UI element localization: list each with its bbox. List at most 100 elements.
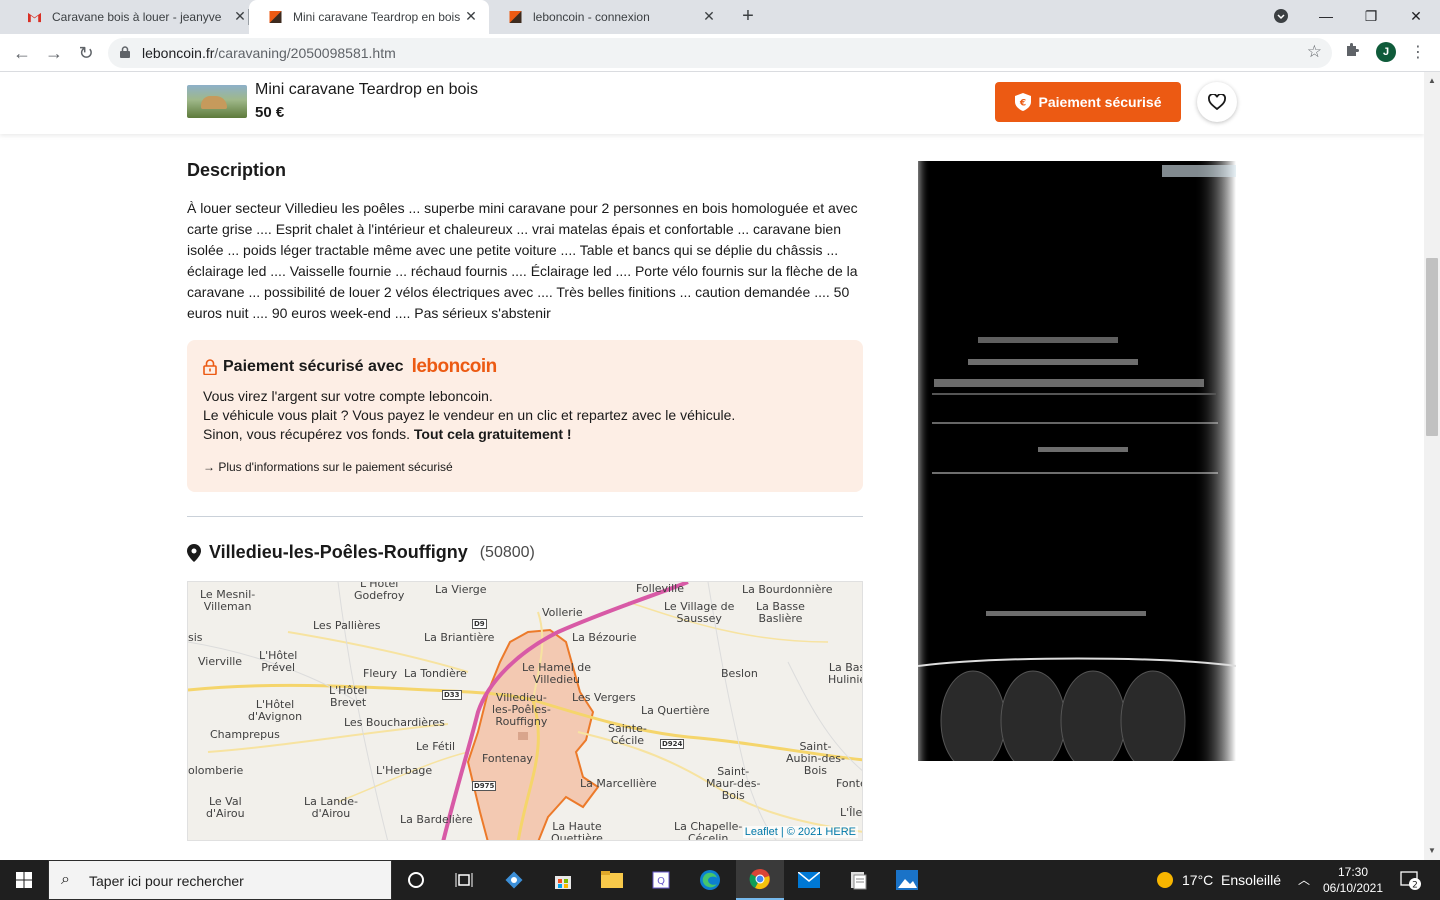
weather-widget[interactable]: 17°C Ensoleillé [1156,871,1281,889]
store-bag-icon [555,876,571,889]
map-label: Les Vergers [572,691,636,704]
notification-center-icon[interactable]: 2 [1400,870,1422,891]
sticky-ad-header: Mini caravane Teardrop en bois 50 € € Pa… [0,72,1424,134]
secure-payment-button[interactable]: € Paiement sécurisé [995,82,1181,122]
map-label: Vierville [198,655,243,668]
ad-title: Mini caravane Teardrop en bois [255,81,478,98]
tab-title: Caravane bois à louer - jeanyves0 [52,10,222,24]
taskbar-mail[interactable] [785,860,833,900]
clock[interactable]: 17:30 06/10/2021 [1318,864,1388,896]
map-label: La Briantière [424,631,495,644]
svg-text:Q: Q [657,876,665,887]
road-label: D9 [472,619,487,629]
tab-title: Mini caravane Teardrop en bois - [293,10,461,24]
location-map[interactable]: L'Hotel Godefroy La Vierge Folleville La… [187,581,863,841]
map-label: Les Bouchardières [344,716,445,729]
start-button[interactable] [0,860,48,900]
edge-icon [700,870,720,890]
close-tab-icon[interactable]: ✕ [463,8,479,24]
bookmark-star-icon[interactable]: ☆ [1307,42,1322,62]
advertisement-panel[interactable] [918,161,1236,761]
map-label: sis [188,631,203,644]
map-label: Fonte [836,777,862,790]
map-label: L'Hôtel Prével [259,649,298,674]
forward-icon[interactable]: → [42,41,66,65]
road-label: D33 [442,690,462,700]
task-view-button[interactable] [440,860,488,900]
map-label: La Vierge [435,583,487,596]
minimize-button[interactable]: — [1314,6,1338,26]
section-divider [187,516,863,517]
page-scrollbar[interactable]: ▲ ▼ [1424,72,1440,860]
photos-icon [896,870,918,890]
location-city: Villedieu-les-Poêles-Rouffigny [209,542,468,562]
taskbar-file-explorer[interactable] [588,860,636,900]
tab-leboncoin-annonce[interactable]: Mini caravane Teardrop en bois - ✕ [249,0,489,34]
chrome-icon [749,869,770,890]
scrollbar-thumb[interactable] [1426,258,1438,436]
secure-line-3: Sinon, vous récupérez vos fonds. Tout ce… [203,426,572,442]
tab-gmail[interactable]: Caravane bois à louer - jeanyves0 ✕ [8,0,248,34]
extensions-puzzle-icon[interactable] [1344,42,1360,63]
map-label: La Bardelière [400,813,473,826]
task-view-icon [455,873,473,887]
close-tab-icon[interactable]: ✕ [232,8,248,24]
url-domain: leboncoin.fr [142,45,215,61]
close-window-button[interactable]: ✕ [1404,6,1428,26]
map-label: Villedieu- les-Poêles- Rouffigny [492,691,551,728]
secure-line-1: Vous virez l'argent sur votre compte leb… [203,388,493,404]
tray-overflow-chevron-icon[interactable]: ︿ [1298,871,1310,888]
favorite-button[interactable] [1197,82,1237,122]
taskbar-edge[interactable] [686,860,734,900]
tab-search-icon[interactable] [1269,6,1293,26]
weather-text: 17°C Ensoleillé [1182,872,1281,888]
map-label: Saint- Aubin-des- Bois [786,740,845,777]
reload-icon[interactable]: ↻ [74,41,98,65]
map-label: Le Fétil [416,740,456,753]
heart-icon [1208,94,1226,110]
taskbar-app-docs[interactable] [834,860,882,900]
address-bar[interactable]: leboncoin.fr/caravaning/2050098581.htm ☆ [108,38,1332,68]
taskbar-search-placeholder: Taper ici pour rechercher [89,873,244,889]
taskbar-search-box[interactable]: ⌕ Taper ici pour rechercher [48,860,392,900]
caravan-image [201,96,227,109]
gmail-icon [28,12,41,23]
more-info-link[interactable]: → Plus d'informations sur le paiement sé… [203,460,453,474]
cortana-button[interactable] [392,860,440,900]
scroll-up-arrow-icon[interactable]: ▲ [1428,76,1436,85]
documents-icon [851,872,867,890]
map-label: olomberie [188,764,244,777]
back-icon[interactable]: ← [10,41,34,65]
secure-heading-text: Paiement sécurisé avec [223,358,404,375]
ad-thumbnail[interactable] [187,85,247,118]
tab-leboncoin-connexion[interactable]: leboncoin - connexion ✕ [489,0,729,34]
map-label: La Haute Quettière [551,820,603,841]
close-tab-icon[interactable]: ✕ [701,8,717,24]
shield-euro-icon: € [1014,93,1031,111]
taskbar-app-1[interactable] [490,860,538,900]
secure-payment-label: Paiement sécurisé [1038,94,1162,110]
app-diamond-icon [505,871,523,889]
map-label: Le Val d'Airou [206,795,245,820]
scroll-down-arrow-icon[interactable]: ▼ [1428,846,1436,855]
restore-button[interactable]: ❐ [1359,6,1383,26]
taskbar-app-outlook-style[interactable]: Q [637,860,685,900]
page-viewport: Mini caravane Teardrop en bois 50 € € Pa… [0,72,1424,860]
map-label: Saint- Maur-des- Bois [706,765,761,802]
taskbar-store[interactable] [539,860,587,900]
map-label: La Basse Baslière [756,600,805,625]
taskbar-chrome[interactable] [736,860,784,900]
map-label: Champrepus [210,728,280,741]
ad-price: 50 € [255,104,285,121]
browser-toolbar: ← → ↻ leboncoin.fr/caravaning/2050098581… [0,34,1440,72]
map-label: La Tondière [404,667,467,680]
menu-kebab-icon[interactable]: ⋮ [1410,42,1426,62]
new-tab-button[interactable]: + [738,6,758,26]
ad-graphic [918,161,1236,761]
profile-avatar[interactable]: J [1376,42,1396,62]
secure-line-2: Le véhicule vous plait ? Vous payez le v… [203,407,736,423]
padlock-icon [203,359,217,375]
taskbar-photos[interactable] [883,860,931,900]
url-path: /caravaning/2050098581.htm [214,45,396,61]
map-attribution[interactable]: Leaflet | © 2021 HERE [742,826,858,838]
